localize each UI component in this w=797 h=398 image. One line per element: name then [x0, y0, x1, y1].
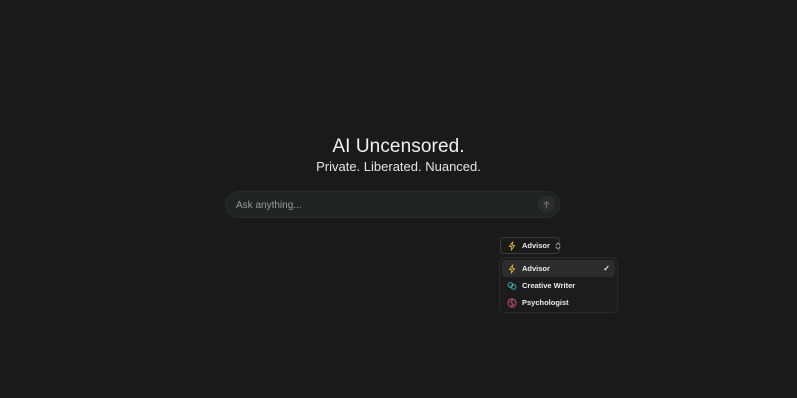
arrow-up-icon — [543, 201, 550, 209]
send-button[interactable] — [538, 196, 555, 213]
hero-subtitle: Private. Liberated. Nuanced. — [316, 159, 481, 174]
brain-pink-icon — [507, 298, 517, 308]
lightning-icon — [507, 240, 517, 251]
menu-item-creative-writer[interactable]: Creative Writer — [502, 277, 615, 294]
menu-item-label: Psychologist — [522, 298, 569, 307]
persona-selector[interactable]: Advisor — [500, 237, 561, 254]
hero-title: AI Uncensored. — [332, 136, 465, 157]
search-bar[interactable] — [225, 191, 560, 219]
menu-item-label: Creative Writer — [522, 281, 576, 290]
persona-selector-label: Advisor — [522, 241, 550, 250]
lightning-icon — [507, 263, 517, 274]
check-icon: ✓ — [603, 264, 610, 273]
menu-item-psychologist[interactable]: Psychologist — [502, 294, 615, 311]
search-input[interactable] — [234, 192, 528, 219]
menu-item-advisor[interactable]: Advisor ✓ — [502, 260, 615, 277]
chevron-up-down-icon — [555, 242, 561, 250]
persona-menu: Advisor ✓ Creative Writer Psychologist — [499, 257, 618, 313]
menu-item-label: Advisor — [522, 264, 550, 273]
brain-icon — [507, 281, 517, 291]
